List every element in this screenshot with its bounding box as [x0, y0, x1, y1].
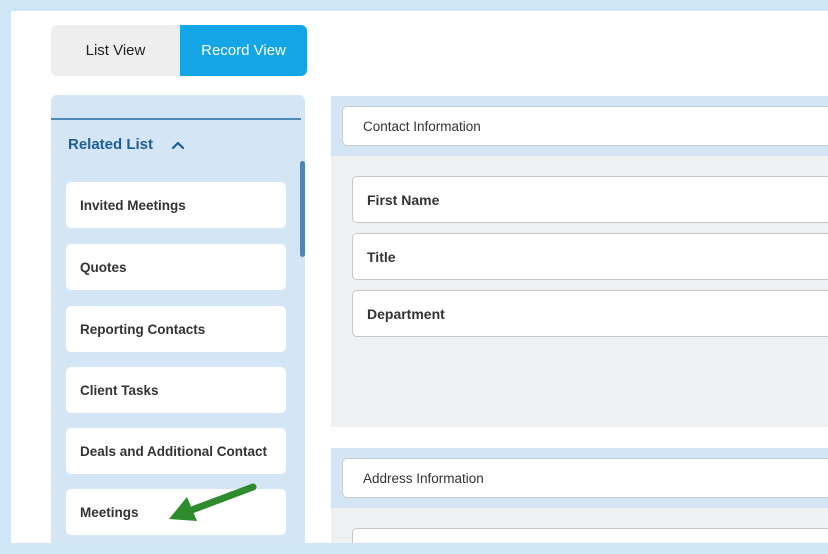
sidebar-scrollbar[interactable] — [300, 161, 305, 257]
record-view-button[interactable]: Record View — [180, 25, 307, 76]
related-item-reporting-contacts[interactable]: Reporting Contacts — [66, 306, 286, 352]
address-information-header[interactable]: Address Information — [342, 458, 828, 498]
green-arrow-icon — [169, 483, 257, 521]
section-title: Address Information — [363, 470, 484, 486]
list-view-button[interactable]: List View — [51, 25, 180, 76]
related-item-label: Reporting Contacts — [80, 321, 206, 337]
related-item-client-tasks[interactable]: Client Tasks — [66, 367, 286, 413]
related-item-label: Invited Meetings — [80, 197, 186, 213]
first-name-field[interactable]: First Name — [352, 176, 828, 223]
sidebar-divider — [51, 118, 301, 120]
contact-information-header[interactable]: Contact Information — [342, 106, 828, 146]
section-title: Contact Information — [363, 118, 481, 134]
view-toggle: List View Record View — [51, 25, 307, 76]
related-item-label: Meetings — [80, 504, 139, 520]
field-label: Title — [367, 248, 396, 265]
related-item-label: Quotes — [80, 259, 127, 275]
field-label: Department — [367, 305, 445, 322]
related-item-label: Client Tasks — [80, 382, 159, 398]
department-field[interactable]: Department — [352, 290, 828, 337]
related-item-deals-additional-contact[interactable]: Deals and Additional Contact — [66, 428, 286, 474]
field-label: First Name — [367, 191, 440, 208]
related-list-header[interactable]: Related List — [68, 136, 185, 153]
title-field[interactable]: Title — [352, 233, 828, 280]
related-item-label: Deals and Additional Contact — [80, 443, 268, 459]
address-field[interactable] — [352, 528, 828, 543]
contact-information-section: Contact Information First Name Title Dep… — [331, 96, 828, 427]
page: List View Record View Related List Invit… — [11, 11, 828, 543]
related-item-invited-meetings[interactable]: Invited Meetings — [66, 182, 286, 228]
address-information-section: Address Information — [331, 448, 828, 543]
related-item-quotes[interactable]: Quotes — [66, 244, 286, 290]
chevron-up-icon[interactable] — [171, 138, 185, 152]
related-list-title: Related List — [68, 136, 154, 153]
